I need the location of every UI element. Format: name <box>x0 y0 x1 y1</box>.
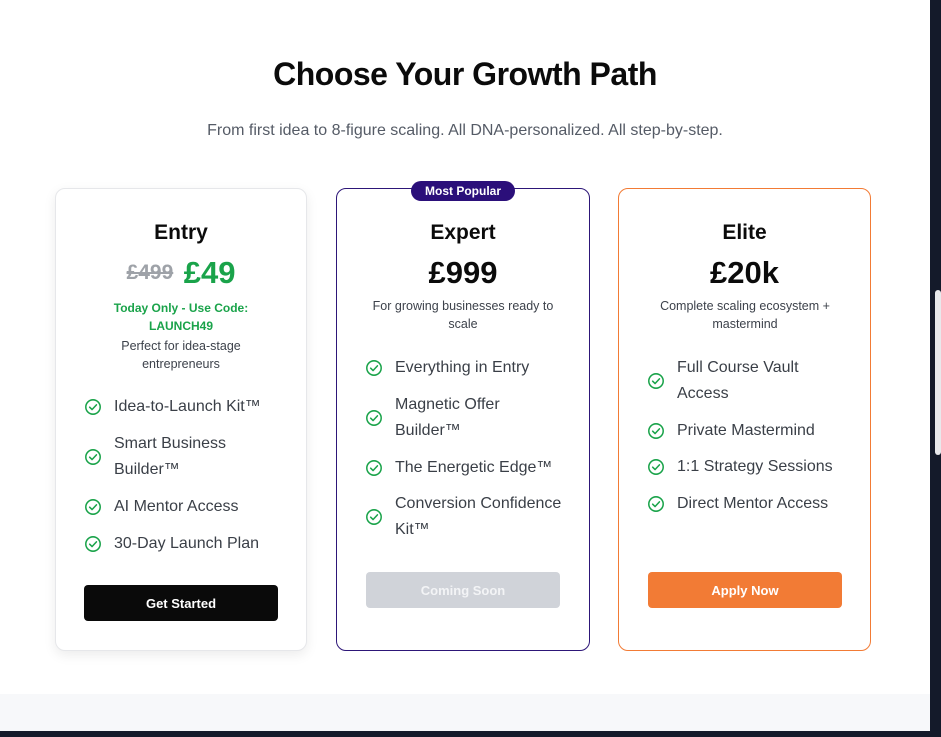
price-row: £20k <box>619 255 870 291</box>
get-started-button[interactable]: Get Started <box>84 585 278 621</box>
feature-item: Full Course Vault Access <box>647 355 847 407</box>
plan-price: £20k <box>710 255 779 290</box>
check-circle-icon <box>648 373 664 389</box>
check-circle-icon <box>366 360 382 376</box>
feature-label: Everything in Entry <box>395 359 530 376</box>
plan-card-entry: Entry £499 £49 Today Only - Use Code: LA… <box>55 188 307 651</box>
plan-name: Expert <box>430 221 496 244</box>
feature-label: AI Mentor Access <box>114 498 239 515</box>
check-circle-icon <box>648 459 664 475</box>
section-title: Choose Your Growth Path <box>273 56 657 92</box>
feature-item: Conversion Confidence Kit™ <box>365 491 565 543</box>
feature-item: Private Mastermind <box>647 418 847 444</box>
check-circle-icon <box>366 460 382 476</box>
plan-card-elite: Elite £20k Complete scaling ecosystem + … <box>618 188 871 651</box>
plan-description: Complete scaling ecosystem + mastermind <box>660 299 830 331</box>
plan-card-expert: Most Popular Expert £999 For growing bus… <box>336 181 590 651</box>
feature-label: Private Mastermind <box>677 422 815 439</box>
old-price: £499 <box>126 261 174 284</box>
check-circle-icon <box>85 399 101 415</box>
price-row: £999 <box>337 255 589 291</box>
check-circle-icon <box>85 499 101 515</box>
feature-item: Smart Business Builder™ <box>84 431 284 483</box>
feature-item: Idea-to-Launch Kit™ <box>84 394 284 420</box>
feature-label: Direct Mentor Access <box>677 495 829 512</box>
plan-description: Perfect for idea-stage entrepreneurs <box>121 339 241 371</box>
feature-item: Magnetic Offer Builder™ <box>365 392 565 444</box>
plan-name: Entry <box>154 221 208 244</box>
feature-label: Conversion Confidence Kit™ <box>395 495 562 538</box>
feature-item: Everything in Entry <box>365 355 565 381</box>
check-circle-icon <box>366 509 382 525</box>
plan-description: For growing businesses ready to scale <box>372 299 554 331</box>
feature-item: 1:1 Strategy Sessions <box>647 454 847 480</box>
feature-label: 30-Day Launch Plan <box>114 535 259 552</box>
price-row: £499 £49 <box>56 255 306 291</box>
check-circle-icon <box>85 449 101 465</box>
feature-item: Direct Mentor Access <box>647 491 847 517</box>
promo-code-text: Today Only - Use Code: LAUNCH49 <box>113 301 249 333</box>
plan-price: £49 <box>183 255 236 290</box>
check-circle-icon <box>648 423 664 439</box>
feature-item: The Energetic Edge™ <box>365 455 565 481</box>
feature-label: Full Course Vault Access <box>677 359 799 402</box>
check-circle-icon <box>648 496 664 512</box>
feature-label: Idea-to-Launch Kit™ <box>114 398 261 415</box>
feature-label: Smart Business Builder™ <box>114 435 227 478</box>
plan-name: Elite <box>722 221 767 244</box>
feature-label: The Energetic Edge™ <box>395 459 553 476</box>
coming-soon-button: Coming Soon <box>366 572 560 608</box>
scrollbar-thumb[interactable] <box>935 290 941 455</box>
section-subtitle: From first idea to 8-figure scaling. All… <box>207 122 723 139</box>
page-bottom-edge <box>0 731 941 737</box>
feature-item: AI Mentor Access <box>84 494 284 520</box>
feature-item: 30-Day Launch Plan <box>84 531 284 557</box>
most-popular-badge: Most Popular <box>410 181 516 201</box>
apply-now-button[interactable]: Apply Now <box>648 572 842 608</box>
check-circle-icon <box>85 536 101 552</box>
feature-label: 1:1 Strategy Sessions <box>677 458 833 475</box>
plan-price: £999 <box>428 255 498 290</box>
check-circle-icon <box>366 410 382 426</box>
feature-label: Magnetic Offer Builder™ <box>395 396 500 439</box>
